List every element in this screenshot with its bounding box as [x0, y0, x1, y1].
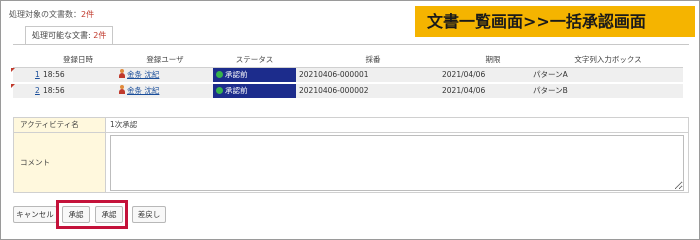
- status-dot-icon: [216, 87, 223, 94]
- tab-label: 処理可能な文書:: [32, 31, 94, 40]
- row-marker: [11, 84, 15, 88]
- column-header-deadline: 期限: [485, 55, 501, 64]
- window-frame: 処理対象の文書数：2件 文書一覧画面>>一括承認画面 処理可能な文書: 2件 登…: [0, 0, 700, 240]
- reject-button[interactable]: 差戻し: [132, 206, 166, 223]
- tab-processable-documents[interactable]: 処理可能な文書: 2件: [25, 26, 114, 44]
- column-header-text-input: 文字列入力ボックス: [574, 55, 642, 64]
- column-header-registered-user: 登録ユーザ: [146, 55, 184, 64]
- activity-name-value: 1次承認: [110, 120, 138, 129]
- status-dot-icon: [216, 71, 223, 78]
- comment-label: コメント: [14, 133, 106, 192]
- table-header: 登録日時 登録ユーザ ステータス 採番 期限 文字列入力ボックス: [13, 53, 683, 67]
- document-count-value: 2件: [81, 10, 95, 19]
- row-number-link[interactable]: 2: [35, 86, 40, 95]
- tab-count: 2件: [93, 31, 107, 40]
- text-input-value: パターンB: [533, 86, 568, 95]
- user-cell: 金条 沈紀: [119, 84, 209, 98]
- form-divider: [14, 132, 688, 133]
- document-count-label: 処理対象の文書数：: [9, 10, 81, 19]
- user-link[interactable]: 金条 沈紀: [127, 70, 159, 79]
- column-header-number: 採番: [365, 55, 381, 64]
- tab-divider: [13, 44, 689, 45]
- comment-input[interactable]: [110, 135, 684, 191]
- approve-buttons-highlight: [56, 200, 128, 229]
- deadline: 2021/04/06: [442, 86, 486, 95]
- document-number: 20210406-000002: [299, 86, 369, 95]
- user-link[interactable]: 金条 沈紀: [127, 86, 159, 95]
- user-icon: [119, 85, 125, 94]
- user-cell: 金条 沈紀: [119, 68, 209, 82]
- row-number-cell: 1: [35, 68, 40, 82]
- column-header-registered-at: 登録日時: [63, 55, 93, 64]
- approval-form: アクティビティ名 1次承認 コメント: [13, 117, 689, 193]
- status-badge: 承認前: [213, 84, 296, 98]
- registered-time: 18:56: [43, 86, 65, 95]
- row-marker: [11, 68, 15, 72]
- text-input-value: パターンA: [533, 70, 568, 79]
- document-count: 処理対象の文書数：2件: [9, 9, 94, 20]
- document-number: 20210406-000001: [299, 70, 369, 79]
- row-number-link[interactable]: 1: [35, 70, 40, 79]
- status-badge: 承認前: [213, 68, 296, 82]
- status-text: 承認前: [225, 70, 248, 79]
- deadline: 2021/04/06: [442, 70, 486, 79]
- table-row[interactable]: 2 18:56 金条 沈紀 承認前 20210406-000002 2021/0…: [11, 84, 683, 98]
- row-number-cell: 2: [35, 84, 40, 98]
- status-text: 承認前: [225, 86, 248, 95]
- cancel-button[interactable]: キャンセル: [13, 206, 57, 223]
- user-icon: [119, 69, 125, 78]
- screen-title-banner: 文書一覧画面>>一括承認画面: [415, 6, 695, 37]
- registered-time: 18:56: [43, 70, 65, 79]
- table-row[interactable]: 1 18:56 金条 沈紀 承認前 20210406-000001 2021/0…: [11, 68, 683, 82]
- column-header-status: ステータス: [235, 55, 274, 64]
- activity-name-label: アクティビティ名: [14, 118, 106, 132]
